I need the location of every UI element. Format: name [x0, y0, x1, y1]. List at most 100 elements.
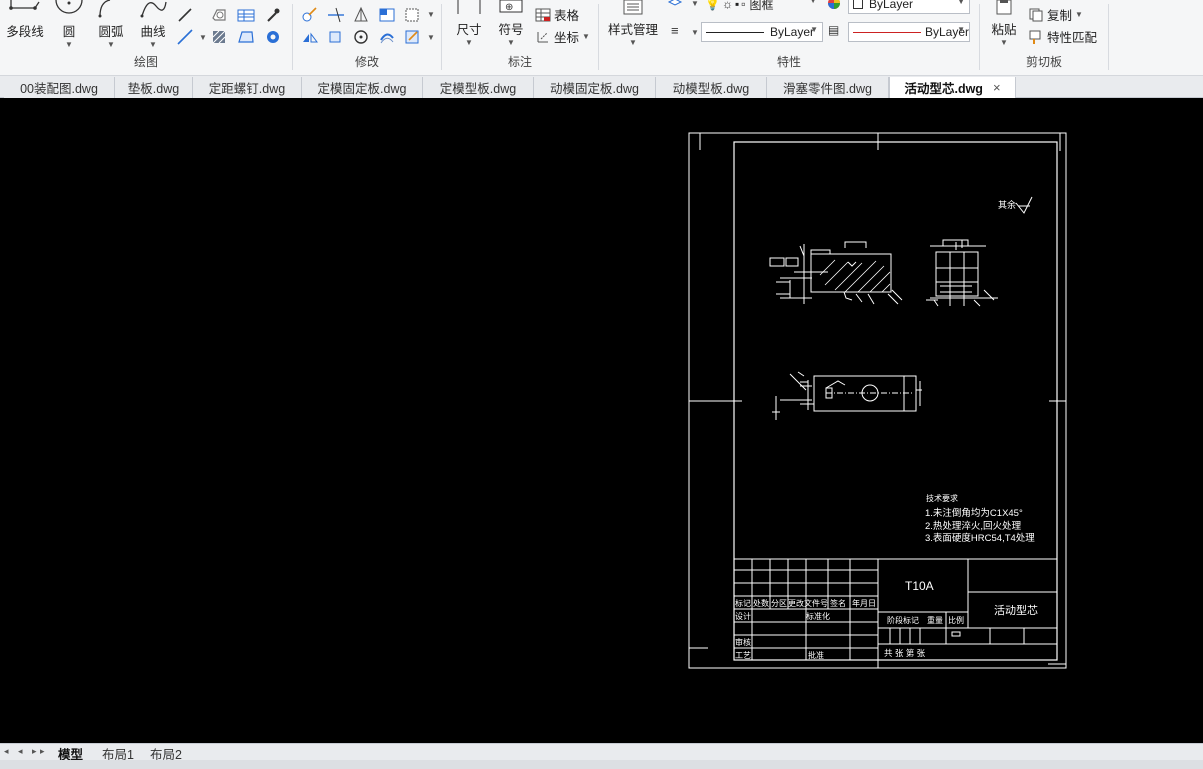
- chevron-down-icon[interactable]: ▼: [427, 10, 435, 19]
- tab-label: 定模型板.dwg: [439, 82, 517, 96]
- sun-icon: ☼: [721, 0, 733, 11]
- trim-icon[interactable]: [326, 6, 346, 24]
- first-layout-icon[interactable]: ◂: [4, 746, 9, 757]
- color-wheel-icon[interactable]: [827, 0, 841, 10]
- tb-design: 设计: [735, 612, 751, 621]
- part-name-text: 活动型芯: [994, 605, 1038, 617]
- layout-tab-2[interactable]: 布局2: [150, 744, 182, 762]
- color-swatch: [853, 0, 863, 9]
- chevron-down-icon: ▼: [149, 40, 157, 49]
- tab-spacer-screw[interactable]: 定距螺钉.dwg: [193, 77, 302, 98]
- dimension-label: 尺寸: [456, 23, 482, 37]
- bulb-icon: 💡: [705, 0, 720, 11]
- chevron-down-icon[interactable]: ▼: [427, 33, 435, 42]
- chevron-down-icon[interactable]: ▼: [199, 33, 207, 42]
- boundary-icon[interactable]: [236, 28, 256, 46]
- tb-date: 年月日: [852, 599, 876, 608]
- region-icon[interactable]: [210, 6, 228, 24]
- offset-icon[interactable]: [377, 28, 397, 46]
- chevron-down-icon: ▼: [810, 25, 818, 34]
- close-icon[interactable]: ×: [993, 80, 1001, 95]
- coordinate-label: 坐标: [554, 31, 580, 45]
- layout-tab-model[interactable]: 模型: [58, 744, 83, 762]
- properties-panel-title: 特性: [776, 55, 801, 69]
- linetype-combo[interactable]: ByLayer ▼: [701, 22, 823, 42]
- coordinate-button[interactable]: 坐标 ▼: [535, 27, 590, 46]
- layer-combo[interactable]: 💡 ☼ ▪ ▫ 图框 ▼: [701, 0, 821, 14]
- prev-layout-icon[interactable]: ◂: [18, 746, 23, 757]
- properties-panel: 样式管理 ▼ ▼ 💡 ☼ ▪ ▫ 图框 ▼ ByLayer ▼ ≡ ▼ ByLa…: [599, 0, 979, 75]
- stretch-icon[interactable]: [326, 28, 346, 46]
- line-icon[interactable]: [176, 6, 194, 24]
- drawing-canvas[interactable]: 其余 技术要求 1.未注倒角均为C1X45° 2.热处理淬火,回火处理 3.表面…: [0, 98, 1203, 743]
- list-icon[interactable]: ≡: [671, 23, 679, 38]
- tab-fixed-mold-clamp[interactable]: 定模固定板.dwg: [302, 77, 423, 98]
- paste-label: 粘贴: [991, 23, 1017, 37]
- chevron-down-icon: ▼: [1000, 38, 1008, 47]
- layer-properties-icon[interactable]: [667, 0, 683, 10]
- table-label: 表格: [554, 9, 580, 23]
- construction-line-icon[interactable]: [176, 28, 194, 46]
- tb-signature: 签名: [830, 599, 846, 608]
- array-icon[interactable]: [351, 6, 371, 24]
- arc-button[interactable]: 圆弧 ▼: [94, 0, 128, 49]
- tab-movable-core[interactable]: 活动型芯.dwg ×: [889, 77, 1016, 98]
- curve-button[interactable]: 曲线 ▼: [136, 0, 170, 49]
- tab-slider-part[interactable]: 滑塞零件图.dwg: [767, 77, 889, 98]
- scale-icon[interactable]: [403, 6, 423, 24]
- layout-tabs-bar: ◂ ◂ ▸ ▸ 模型 布局1 布局2: [0, 743, 1203, 762]
- tb-sheets: 共 张 第 张: [884, 648, 926, 658]
- tb-count: 处数: [753, 599, 769, 608]
- tab-moving-mold-plate[interactable]: 动模型板.dwg: [656, 77, 767, 98]
- table-button[interactable]: 表格: [535, 5, 579, 24]
- next-layout-icon[interactable]: ▸: [32, 746, 37, 757]
- symbol-button[interactable]: ⊕ 符号 ▼: [494, 0, 528, 47]
- lineweight-sample: [853, 31, 921, 33]
- move-icon[interactable]: [301, 6, 319, 24]
- tab-label: 垫板.dwg: [127, 82, 180, 96]
- top-view: [772, 371, 922, 420]
- chevron-down-icon[interactable]: ▼: [691, 0, 699, 8]
- tab-00-assembly[interactable]: 00装配图.dwg: [4, 77, 115, 98]
- arc-icon: [98, 0, 111, 18]
- rotate-icon[interactable]: [351, 28, 371, 46]
- copy-button[interactable]: 复制 ▼: [1028, 5, 1083, 24]
- clipboard-panel: 粘贴 ▼ 复制 ▼ 特性匹配 剪切板: [980, 0, 1108, 75]
- annotate-panel-title: 标注: [507, 55, 532, 69]
- tab-label: 滑塞零件图.dwg: [783, 82, 872, 96]
- lineweight-combo[interactable]: ByLayer ▼: [848, 22, 970, 42]
- tab-fixed-mold-plate[interactable]: 定模型板.dwg: [423, 77, 534, 98]
- circle-button[interactable]: 圆 ▼: [54, 0, 84, 49]
- color-combo[interactable]: ByLayer ▼: [848, 0, 970, 14]
- tb-change-doc: 更改文件号: [788, 599, 828, 608]
- tb-zone: 分区: [771, 599, 787, 608]
- tab-moving-mold-clamp[interactable]: 动模固定板.dwg: [534, 77, 656, 98]
- tech-req-3: 3.表面硬度HRC54,T4处理: [925, 533, 1035, 544]
- last-layout-icon[interactable]: ▸: [40, 746, 45, 757]
- chevron-down-icon: ▼: [107, 40, 115, 49]
- tab-label: 定距螺钉.dwg: [208, 82, 286, 96]
- chevron-down-icon: ▼: [629, 38, 637, 47]
- mirror-icon[interactable]: [301, 28, 319, 46]
- dimension-button[interactable]: 尺寸 ▼: [452, 0, 486, 47]
- pick-point-icon[interactable]: [264, 6, 282, 24]
- modify-panel-title: 修改: [354, 55, 379, 69]
- tab-backing-plate[interactable]: 垫板.dwg: [115, 77, 193, 98]
- chevron-down-icon[interactable]: ▼: [691, 28, 699, 37]
- explode-icon[interactable]: [403, 28, 423, 46]
- hatch-icon[interactable]: [210, 28, 228, 46]
- match-properties-button[interactable]: 特性匹配: [1028, 27, 1097, 46]
- chevron-down-icon: ▼: [65, 40, 73, 49]
- ribbon: 多段线 圆 ▼ 圆弧 ▼ 曲线 ▼ ▼ 绘图 ▼ ▼ 修改 尺寸 ▼ ⊕ 符号 …: [0, 0, 1203, 76]
- separator: [1108, 4, 1109, 70]
- copy-object-icon[interactable]: [377, 6, 397, 24]
- style-manager-button[interactable]: 样式管理 ▼: [603, 0, 663, 47]
- tb-scale: 比例: [948, 616, 964, 625]
- table-grid-icon[interactable]: [236, 6, 256, 24]
- paste-button[interactable]: 粘贴 ▼: [986, 0, 1022, 47]
- modify-panel: ▼ ▼ 修改: [293, 0, 441, 75]
- layout-tab-1[interactable]: 布局1: [102, 744, 134, 762]
- polyline-button[interactable]: 多段线: [4, 0, 46, 40]
- donut-icon[interactable]: [264, 28, 282, 46]
- lineweight-icon[interactable]: ▤: [828, 23, 839, 37]
